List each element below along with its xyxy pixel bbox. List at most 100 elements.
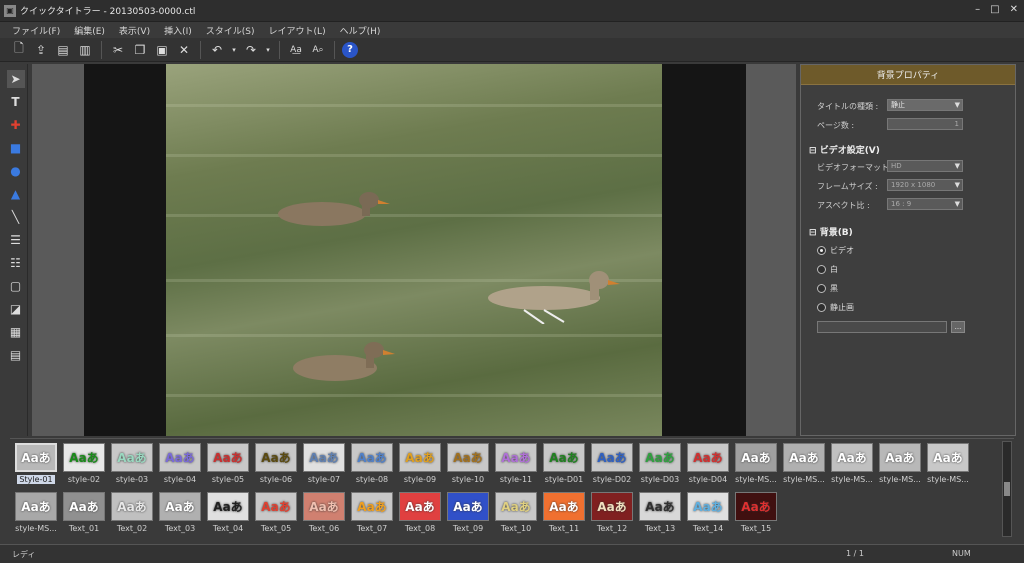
style-item[interactable]: Aaあ Text_02 bbox=[110, 492, 154, 539]
style-item[interactable]: Aaあ Text_01 bbox=[62, 492, 106, 539]
toolbar-separator bbox=[279, 40, 280, 59]
style-scrollbar[interactable] bbox=[1002, 441, 1012, 537]
style-item[interactable]: Aaあ Style-01 bbox=[14, 443, 58, 490]
close-icon[interactable]: ✕ bbox=[1010, 4, 1018, 15]
style-thumbnail: Aaあ bbox=[255, 492, 297, 521]
maximize-icon[interactable]: □ bbox=[990, 4, 999, 15]
style-item[interactable]: Aaあ Text_14 bbox=[686, 492, 730, 539]
menu-edit[interactable]: 編集(E) bbox=[74, 24, 105, 37]
style-item[interactable]: Aaあ Text_05 bbox=[254, 492, 298, 539]
background-section[interactable]: ⊟ 背景(B) bbox=[809, 225, 853, 238]
pages-field[interactable]: 1 bbox=[887, 118, 963, 130]
save-icon[interactable]: ▤ bbox=[54, 41, 72, 59]
style-item[interactable]: Aaあ Text_07 bbox=[350, 492, 394, 539]
style-item[interactable]: Aaあ Text_11 bbox=[542, 492, 586, 539]
style-thumbnail: Aaあ bbox=[159, 492, 201, 521]
bg-radio-still[interactable]: 静止画 bbox=[817, 302, 854, 313]
menu-layout[interactable]: レイアウト(L) bbox=[269, 24, 326, 37]
undo-icon[interactable]: ↶ bbox=[208, 41, 226, 59]
new-icon[interactable]: 🗋 bbox=[10, 41, 28, 59]
bg-radio-white[interactable]: 白 bbox=[817, 264, 838, 275]
style-item[interactable]: Aaあ style-D03 bbox=[638, 443, 682, 490]
cut-icon[interactable]: ✂ bbox=[109, 41, 127, 59]
open-icon[interactable]: ⇪ bbox=[32, 41, 50, 59]
style-item[interactable]: Aaあ Text_12 bbox=[590, 492, 634, 539]
menu-style[interactable]: スタイル(S) bbox=[206, 24, 255, 37]
frame-size-label: フレームサイズ : bbox=[817, 182, 878, 191]
style-item[interactable]: Aaあ style-MS... bbox=[782, 443, 826, 490]
style-item[interactable]: Aaあ Text_03 bbox=[158, 492, 202, 539]
style-thumbnail: Aaあ bbox=[447, 492, 489, 521]
copy-icon[interactable]: ❐ bbox=[131, 41, 149, 59]
style-item[interactable]: Aaあ Text_04 bbox=[206, 492, 250, 539]
style-item[interactable]: Aaあ style-D01 bbox=[542, 443, 586, 490]
help-icon[interactable]: ? bbox=[342, 41, 358, 58]
ellipse-tool-icon[interactable]: ● bbox=[7, 162, 25, 180]
style-item[interactable]: Aaあ style-08 bbox=[350, 443, 394, 490]
table-icon[interactable]: ▤ bbox=[7, 346, 25, 364]
style-item[interactable]: Aaあ style-MS... bbox=[734, 443, 778, 490]
style-item[interactable]: Aaあ Text_08 bbox=[398, 492, 442, 539]
style-item[interactable]: Aaあ style-03 bbox=[110, 443, 154, 490]
menu-view[interactable]: 表示(V) bbox=[119, 24, 150, 37]
redo-icon[interactable]: ↷ bbox=[242, 41, 260, 59]
style-item[interactable]: Aaあ style-MS... bbox=[830, 443, 874, 490]
align-icon[interactable]: ☰ bbox=[7, 231, 25, 249]
style-item[interactable]: Aaあ style-D02 bbox=[590, 443, 634, 490]
video-section-label: ビデオ設定(V) bbox=[819, 146, 880, 156]
style-item[interactable]: Aaあ style-02 bbox=[62, 443, 106, 490]
style-item[interactable]: Aaあ Text_13 bbox=[638, 492, 682, 539]
pointer-tool-icon[interactable]: ➤ bbox=[6, 70, 25, 88]
redo-dropdown-icon[interactable]: ▾ bbox=[264, 41, 272, 59]
scrollbar-thumb[interactable] bbox=[1004, 482, 1010, 496]
aspect-select[interactable]: 16 : 9 ▼ bbox=[887, 198, 963, 210]
style-item[interactable]: Aaあ style-06 bbox=[254, 443, 298, 490]
bg-radio-black[interactable]: 黒 bbox=[817, 283, 838, 294]
style-item[interactable]: Aaあ Text_06 bbox=[302, 492, 346, 539]
style-thumbnail: Aaあ bbox=[111, 443, 153, 472]
menu-file[interactable]: ファイル(F) bbox=[12, 24, 60, 37]
style-thumbnail: Aaあ bbox=[303, 492, 345, 521]
menu-help[interactable]: ヘルプ(H) bbox=[340, 24, 381, 37]
style-item[interactable]: Aaあ style-MS... bbox=[14, 492, 58, 539]
shadow-icon[interactable]: ◪ bbox=[7, 300, 25, 318]
triangle-tool-icon[interactable]: ▲ bbox=[7, 185, 25, 203]
title-type-select[interactable]: 静止 ▼ bbox=[887, 99, 963, 111]
duck-image bbox=[293, 342, 395, 381]
style-item[interactable]: Aaあ style-11 bbox=[494, 443, 538, 490]
style-item[interactable]: Aaあ Text_09 bbox=[446, 492, 490, 539]
style-thumbnail: Aaあ bbox=[495, 492, 537, 521]
text-tool-icon[interactable]: T bbox=[7, 93, 25, 111]
undo-dropdown-icon[interactable]: ▾ bbox=[230, 41, 238, 59]
crosshair-tool-icon[interactable]: ✚ bbox=[7, 116, 25, 134]
rectangle-tool-icon[interactable]: ■ bbox=[7, 139, 25, 157]
video-format-select[interactable]: HD ▼ bbox=[887, 160, 963, 172]
grid-icon[interactable]: ▦ bbox=[7, 323, 25, 341]
style-item[interactable]: Aaあ style-09 bbox=[398, 443, 442, 490]
save-as-icon[interactable]: ▥ bbox=[76, 41, 94, 59]
still-image-path-field[interactable] bbox=[817, 321, 947, 333]
delete-icon[interactable]: ✕ bbox=[175, 41, 193, 59]
distribute-icon[interactable]: ☷ bbox=[7, 254, 25, 272]
style-item[interactable]: Aaあ style-04 bbox=[158, 443, 202, 490]
style-item[interactable]: Aaあ Text_10 bbox=[494, 492, 538, 539]
text-search-icon[interactable]: A⌕ bbox=[309, 41, 327, 59]
style-item[interactable]: Aaあ style-07 bbox=[302, 443, 346, 490]
paste-icon[interactable]: ▣ bbox=[153, 41, 171, 59]
style-item[interactable]: Aaあ style-MS... bbox=[926, 443, 970, 490]
style-item[interactable]: Aaあ style-10 bbox=[446, 443, 490, 490]
video-settings-section[interactable]: ⊟ ビデオ設定(V) bbox=[809, 143, 880, 156]
browse-button[interactable]: ... bbox=[951, 321, 965, 333]
style-item[interactable]: Aaあ style-D04 bbox=[686, 443, 730, 490]
style-item[interactable]: Aaあ style-MS... bbox=[878, 443, 922, 490]
text-format-icon[interactable]: A͟a bbox=[287, 41, 305, 59]
bg-radio-video[interactable]: ビデオ bbox=[817, 245, 854, 256]
menu-insert[interactable]: 挿入(I) bbox=[164, 24, 192, 37]
title-canvas[interactable] bbox=[32, 64, 796, 436]
line-tool-icon[interactable]: ╲ bbox=[7, 208, 25, 226]
frame-size-select[interactable]: 1920 x 1080 ▼ bbox=[887, 179, 963, 191]
style-item[interactable]: Aaあ style-05 bbox=[206, 443, 250, 490]
frame-icon[interactable]: ▢ bbox=[7, 277, 25, 295]
style-item[interactable]: Aaあ Text_15 bbox=[734, 492, 778, 539]
minimize-icon[interactable]: – bbox=[975, 4, 980, 15]
